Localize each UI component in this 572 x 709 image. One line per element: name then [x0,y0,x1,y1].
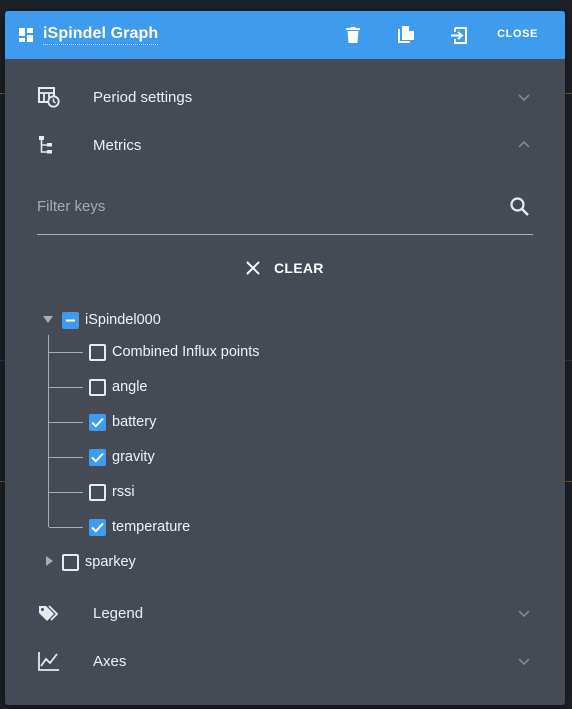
tree-connector [49,387,83,388]
chevron-down-icon [518,610,530,618]
section-axes[interactable]: Axes [5,641,565,681]
exit-to-app-icon [450,26,467,44]
duplicate-button[interactable] [395,24,417,46]
clear-button-label: CLEAR [274,260,324,276]
minus-icon [66,319,75,321]
tags-icon [39,605,59,621]
clear-button[interactable]: CLEAR [245,256,324,280]
tree-node-battery: battery [89,411,156,433]
section-label-legend: Legend [93,604,144,622]
tree-label: temperature [112,519,191,535]
section-label-period: Period settings [93,88,193,106]
tree-node-gravity: gravity [89,446,155,468]
chevron-down-icon [518,94,530,102]
tree-label: Combined Influx points [112,344,260,360]
filter-keys-input[interactable] [37,191,497,221]
tree-node-sparkey: sparkey [62,551,136,573]
chevron-up-icon [518,140,530,148]
tree-label: angle [112,379,148,395]
dialog-titlebar: iSpindel Graph CLOSE [5,11,565,59]
tree-connector [48,335,49,527]
line-chart-icon [38,652,59,671]
caret-right-icon[interactable] [46,556,54,566]
tree-connector [49,352,83,353]
ispindel-graph-dialog: iSpindel Graph CLOSE Period settings Met… [5,11,565,705]
tree-label: gravity [112,449,155,465]
calendar-clock-icon [38,87,60,108]
filter-keys-field [37,191,533,235]
close-icon [246,261,260,275]
tree-checkbox-partial[interactable] [62,311,79,329]
check-icon [91,522,104,533]
tree-label: iSpindel000 [85,312,161,328]
copy-icon [397,26,414,43]
export-button[interactable] [448,24,470,46]
section-period-settings[interactable]: Period settings [5,77,565,117]
tree-checkbox[interactable] [89,448,106,466]
tree-structure-icon [39,136,52,154]
tree-node-rssi: rssi [89,481,135,503]
section-metrics[interactable]: Metrics [5,125,565,165]
tree-connector [49,527,83,528]
dashboard-icon [19,28,33,42]
tree-node-ispindel000: iSpindel000 [62,309,161,331]
tree-connector [49,457,83,458]
section-label-axes: Axes [93,652,127,670]
tree-label: battery [112,414,157,430]
tree-node-angle: angle [89,376,147,398]
chevron-down-icon [518,658,530,666]
section-legend[interactable]: Legend [5,593,565,633]
tree-checkbox[interactable] [89,483,106,501]
search-icon[interactable] [509,196,531,218]
tree-node-combined-influx-points: Combined Influx points [89,341,260,363]
tree-connector [49,422,83,423]
trash-icon [346,27,360,43]
tree-connector [49,492,83,493]
tree-label: rssi [112,484,135,500]
caret-down-icon[interactable] [43,316,53,324]
tree-label: sparkey [85,554,136,570]
check-icon [91,452,104,463]
check-icon [91,417,104,428]
section-label-metrics: Metrics [93,136,142,154]
tree-checkbox[interactable] [89,518,106,536]
tree-checkbox[interactable] [62,553,79,571]
tree-checkbox[interactable] [89,378,106,396]
tree-checkbox[interactable] [89,343,106,361]
close-button[interactable]: CLOSE [497,28,538,40]
tree-node-temperature: temperature [89,516,190,538]
dialog-title[interactable]: iSpindel Graph [43,25,159,45]
delete-button[interactable] [342,24,364,46]
tree-checkbox[interactable] [89,413,106,431]
